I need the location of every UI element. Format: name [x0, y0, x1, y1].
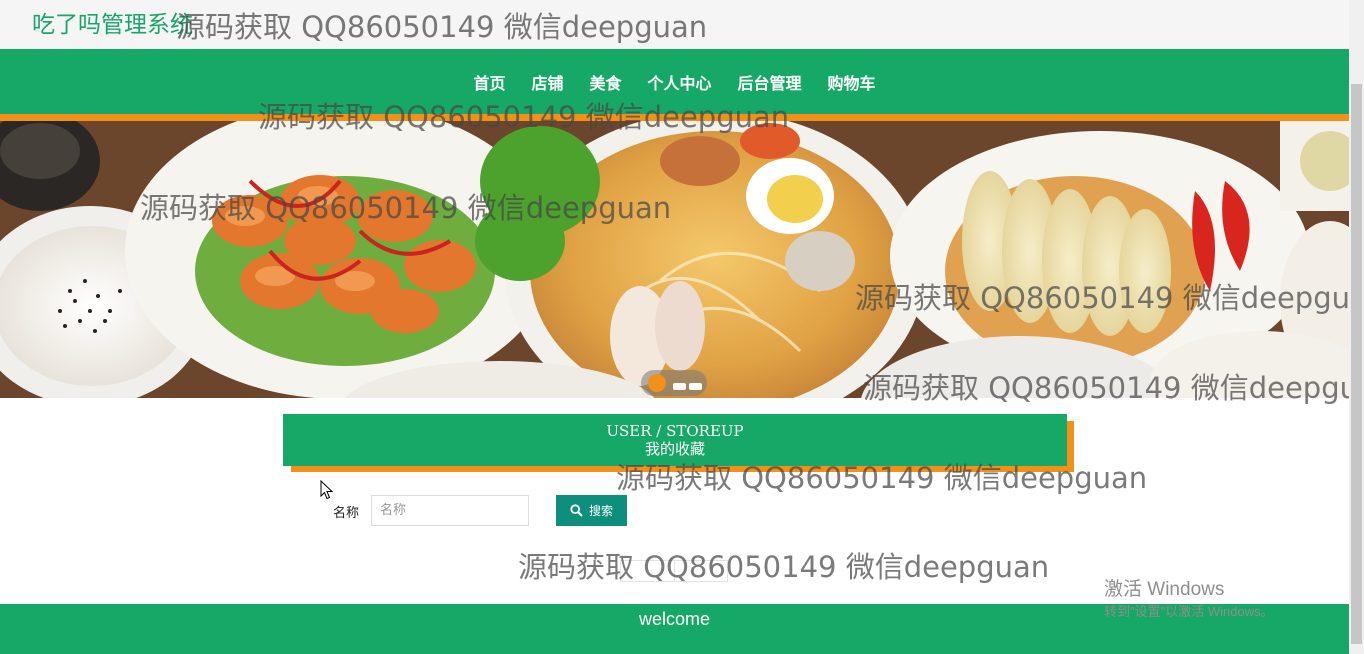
main-nav: 首页 店铺 美食 个人中心 后台管理 购物车 — [0, 49, 1349, 114]
activation-title: 激活 Windows — [1104, 579, 1225, 600]
nav-accent-strip — [0, 114, 1349, 121]
watermark: 源码获取 QQ86050149 微信deepguan — [518, 550, 1050, 584]
vertical-scrollbar[interactable] — [1349, 0, 1364, 654]
top-bar: 吃了吗管理系统 — [0, 0, 1349, 49]
nav-item-stores[interactable]: 店铺 — [531, 70, 563, 94]
nav-item-food[interactable]: 美食 — [589, 70, 621, 94]
nav-item-home[interactable]: 首页 — [473, 70, 505, 94]
pagination-next-button[interactable] — [675, 561, 728, 581]
pagination-prev-button[interactable] — [621, 561, 675, 581]
activation-subtitle: 转到"设置"以激活 Windows。 — [1104, 604, 1274, 619]
carousel-dot-active[interactable] — [648, 374, 666, 392]
nav-item-admin[interactable]: 后台管理 — [738, 70, 802, 94]
search-button-label: 搜索 — [588, 504, 613, 518]
search-button[interactable]: 搜索 — [556, 495, 627, 526]
search-label: 名称 — [333, 506, 360, 521]
banner-food-image — [0, 121, 1349, 398]
carousel-dot[interactable] — [689, 383, 702, 390]
windows-activation-notice: 激活 Windows 转到"设置"以激活 Windows。 — [1104, 578, 1274, 621]
banner-carousel[interactable] — [0, 121, 1349, 398]
section-title-cn: 我的收藏 — [644, 440, 705, 458]
search-input[interactable] — [371, 495, 529, 526]
carousel-indicators — [641, 370, 707, 396]
carousel-dot[interactable] — [673, 383, 686, 390]
search-icon — [570, 504, 583, 517]
nav-item-profile[interactable]: 个人中心 — [648, 70, 712, 94]
nav-item-cart[interactable]: 购物车 — [828, 70, 876, 94]
pagination — [620, 560, 728, 582]
section-header: USER / STOREUP 我的收藏 — [283, 414, 1067, 466]
section-title-en: USER / STOREUP — [606, 422, 744, 440]
page: 吃了吗管理系统 首页 店铺 美食 个人中心 后台管理 购物车 USER / ST… — [0, 0, 1364, 654]
scrollbar-thumb[interactable] — [1351, 84, 1362, 644]
nav-items: 首页 店铺 美食 个人中心 后台管理 购物车 — [0, 49, 1349, 114]
app-title[interactable]: 吃了吗管理系统 — [32, 10, 193, 40]
mouse-cursor-icon — [320, 480, 334, 500]
